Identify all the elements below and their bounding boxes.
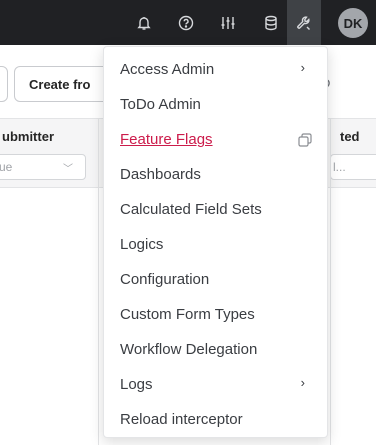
menu-item-label: Calculated Field Sets xyxy=(120,201,262,218)
sliders-icon[interactable] xyxy=(211,0,245,45)
column-divider xyxy=(98,118,99,445)
menu-item-configuration[interactable]: Configuration xyxy=(104,262,327,297)
admin-dropdown-menu: Access Admin › ToDo Admin Feature Flags … xyxy=(103,46,328,438)
menu-item-dashboards[interactable]: Dashboards xyxy=(104,157,327,192)
user-avatar[interactable]: DK xyxy=(338,8,368,38)
menu-item-label: Logs xyxy=(120,376,153,393)
chevron-down-icon: ﹀ xyxy=(63,164,73,175)
menu-item-label: Custom Form Types xyxy=(120,306,255,323)
database-icon[interactable] xyxy=(254,0,288,45)
open-in-new-tab-icon[interactable] xyxy=(297,132,313,148)
bell-icon[interactable] xyxy=(127,0,161,45)
submitter-column-title: ubmitter xyxy=(2,129,54,144)
menu-item-label: Dashboards xyxy=(120,166,201,183)
menu-item-workflow-delegation[interactable]: Workflow Delegation xyxy=(104,332,327,367)
menu-item-label: Feature Flags xyxy=(120,131,213,148)
menu-item-label: Logics xyxy=(120,236,164,253)
menu-item-logs[interactable]: Logs › xyxy=(104,367,327,402)
menu-item-todo-admin[interactable]: ToDo Admin xyxy=(104,87,327,122)
column-divider xyxy=(330,118,331,445)
menu-item-label: Configuration xyxy=(120,271,210,288)
menu-item-label: Reload interceptor xyxy=(120,411,243,428)
chevron-right-icon: › xyxy=(300,60,305,75)
menu-item-calculated-field-sets[interactable]: Calculated Field Sets xyxy=(104,192,327,227)
menu-item-access-admin[interactable]: Access Admin › xyxy=(104,52,327,87)
chevron-right-icon: › xyxy=(300,375,305,390)
menu-item-label: Access Admin xyxy=(120,61,215,78)
create-from-button[interactable]: Create fro xyxy=(14,66,114,102)
top-bar: DK xyxy=(0,0,376,45)
help-icon[interactable] xyxy=(169,0,203,45)
menu-item-custom-form-types[interactable]: Custom Form Types xyxy=(104,297,327,332)
updated-filter-value: l... xyxy=(333,160,346,174)
updated-column-title: ted xyxy=(340,129,360,144)
toolbar-button-left[interactable] xyxy=(0,66,8,102)
submitter-filter-value: ue xyxy=(0,160,13,174)
menu-item-reload-interceptor[interactable]: Reload interceptor xyxy=(104,402,327,437)
updated-filter-select[interactable]: l... xyxy=(330,154,376,180)
menu-item-label: ToDo Admin xyxy=(120,96,201,113)
menu-item-label: Workflow Delegation xyxy=(120,341,258,358)
menu-item-logics[interactable]: Logics xyxy=(104,227,327,262)
menu-item-feature-flags[interactable]: Feature Flags xyxy=(104,122,327,157)
submitter-filter-select[interactable]: ue ﹀ xyxy=(0,154,86,180)
wrench-icon[interactable] xyxy=(287,0,321,45)
